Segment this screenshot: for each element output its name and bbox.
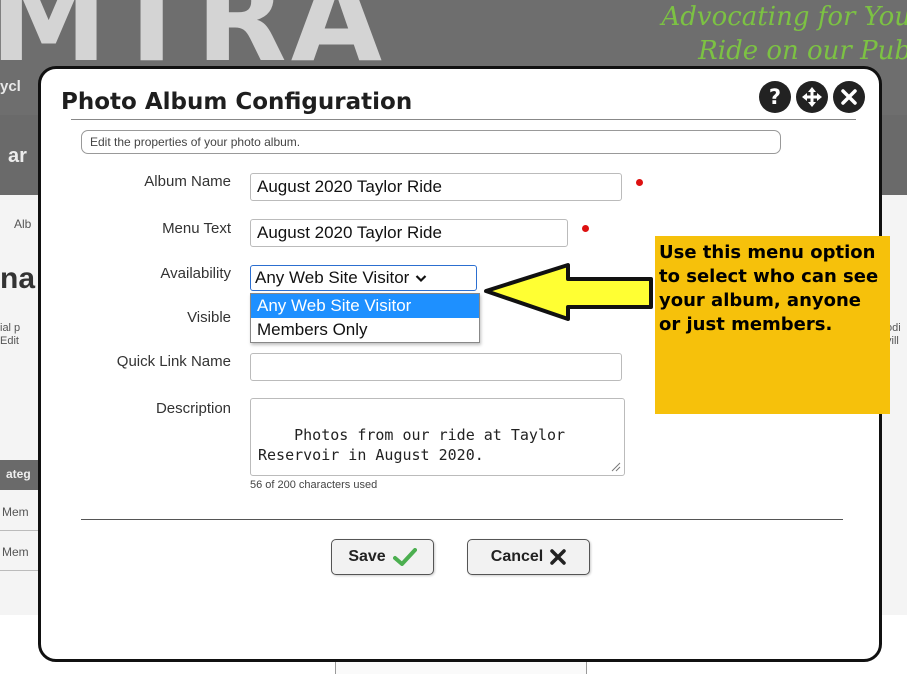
dialog-controls: ? [759,81,865,113]
quick-link-input[interactable] [250,353,622,381]
site-tagline-line-2: Ride on our Pub [698,36,907,66]
availability-dropdown: Any Web Site Visitor Members Only [250,293,480,343]
dialog-title: Photo Album Configuration [61,89,413,115]
visible-label: Visible [187,309,231,326]
move-icon[interactable] [796,81,828,113]
album-name-label: Album Name [144,173,231,190]
description-textarea[interactable]: Photos from our ride at Taylor Reservoir… [250,398,625,476]
availability-select[interactable]: Any Web Site Visitor [250,265,477,291]
required-indicator [582,225,589,232]
help-icon[interactable]: ? [759,81,791,113]
availability-selected-value: Any Web Site Visitor [255,268,410,287]
availability-option-any-visitor[interactable]: Any Web Site Visitor [251,294,479,318]
chevron-down-icon [416,275,427,283]
form-divider [81,519,843,520]
table-divider [0,530,40,531]
page-text-fragment-2: Edit [0,335,19,347]
annotation-arrow-icon [484,263,653,321]
site-tagline-line-1: Advocating for You [661,2,907,32]
required-indicator [636,179,643,186]
description-text: Photos from our ride at Taylor Reservoir… [258,426,575,464]
site-nav-fragment: ar [8,145,27,167]
table-row: Mem [2,505,29,519]
x-icon [550,549,566,565]
dialog-intro: Edit the properties of your photo album. [81,130,781,154]
cancel-button[interactable]: Cancel [467,539,590,575]
availability-option-members-only[interactable]: Members Only [251,318,479,342]
table-row: Mem [2,545,29,559]
checkmark-icon [392,548,417,566]
close-icon[interactable] [833,81,865,113]
page-heading-fragment: na [0,262,36,295]
album-name-input[interactable] [250,173,622,201]
save-button-label: Save [348,548,386,565]
menu-text-input[interactable] [250,219,568,247]
save-button[interactable]: Save [331,539,434,575]
description-label: Description [155,400,231,417]
table-divider [0,570,40,571]
character-counter: 56 of 200 characters used [250,479,378,491]
cancel-button-label: Cancel [490,548,544,565]
menu-text-label: Menu Text [162,220,231,237]
title-divider [71,119,856,120]
resize-grip-icon[interactable] [611,462,621,472]
page-text-fragment-1: ial p [0,322,21,334]
site-subtitle-fragment: ycl [0,78,21,95]
breadcrumb-fragment: Alb [14,217,32,231]
availability-label: Availability [160,265,231,282]
quick-link-label: Quick Link Name [116,353,231,370]
category-header-fragment: ateg [0,460,40,490]
annotation-callout: Use this menu option to select who can s… [655,236,890,414]
